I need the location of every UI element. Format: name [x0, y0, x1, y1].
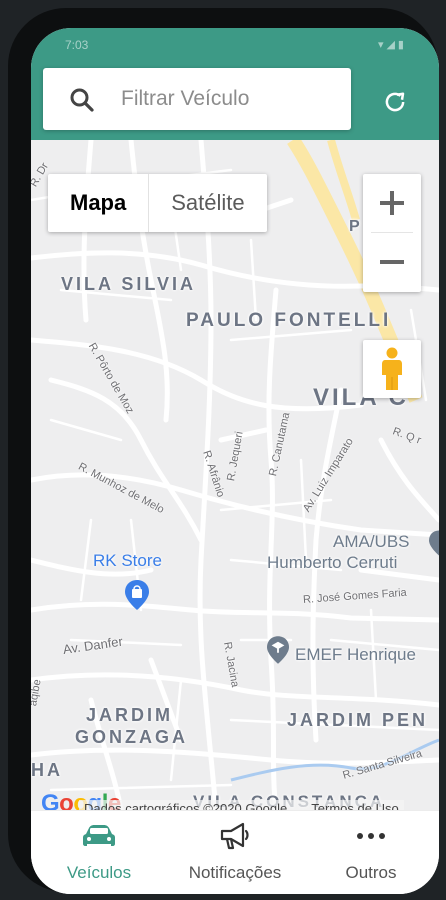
megaphone-icon: [220, 822, 249, 850]
map-view[interactable]: VILA SILVIA PAULO FONTELLI VILA C JARDIM…: [31, 140, 439, 810]
nav-label-veiculos: Veículos: [66, 863, 132, 882]
label-paulo-fontelli: PAULO FONTELLI: [186, 310, 392, 331]
status-icons: ▾◢▮: [377, 39, 407, 51]
poi-rk-store-label[interactable]: RK Store: [93, 551, 162, 571]
nav-item-veiculos[interactable]: Veículos: [31, 821, 167, 885]
label-jardim-pen: JARDIM PEN: [287, 710, 429, 730]
zoom-in-button[interactable]: [363, 174, 421, 232]
zoom-control: [363, 174, 421, 292]
label-ha: HA: [31, 760, 63, 780]
status-bar: 7:03 ▾◢▮: [31, 28, 439, 64]
app-screen: 7:03 ▾◢▮ Filtrar Veículo VILA SILVIA PAU…: [31, 28, 439, 894]
label-gonzaga: GONZAGA: [75, 727, 188, 747]
map-attribution: Dados cartográficos ©2020 Google Termos …: [79, 800, 404, 810]
map-type-satellite-button[interactable]: Satélite: [149, 174, 266, 232]
map-type-control: Mapa Satélite: [48, 174, 267, 232]
poi-emef-label[interactable]: EMEF Henrique: [295, 645, 416, 665]
school-pin-icon[interactable]: [267, 636, 289, 664]
search-box[interactable]: [43, 68, 351, 130]
bottom-navigation: Veículos Notificações Outros: [31, 810, 439, 894]
minus-icon: [380, 260, 404, 264]
pegman-icon: [382, 347, 402, 390]
app-header: 7:03 ▾◢▮: [31, 28, 439, 140]
car-icon: [83, 825, 115, 846]
shopping-bag-pin-icon[interactable]: [125, 580, 149, 610]
poi-humberto-cerruti-label[interactable]: Humberto Cerruti: [267, 553, 397, 573]
search-icon: [70, 88, 94, 112]
hospital-pin-icon[interactable]: [429, 530, 439, 556]
zoom-out-button[interactable]: [363, 233, 421, 291]
nav-item-notificacoes[interactable]: Notificações: [167, 821, 303, 885]
terms-link[interactable]: Termos de Uso: [306, 801, 403, 811]
plus-icon: [380, 191, 404, 215]
refresh-button[interactable]: [373, 80, 417, 124]
device-frame: 7:03 ▾◢▮ Filtrar Veículo VILA SILVIA PAU…: [8, 8, 439, 894]
nav-item-outros[interactable]: Outros: [303, 821, 439, 885]
poi-ama-ubs-label[interactable]: AMA/UBS: [333, 532, 410, 552]
attribution-text: Dados cartográficos ©2020 Google: [84, 800, 288, 811]
google-logo-letter: G: [41, 790, 60, 811]
nav-label-outros: Outros: [345, 863, 397, 882]
street-view-pegman-button[interactable]: [363, 340, 421, 398]
label-vila-silvia: VILA SILVIA: [61, 274, 197, 294]
nav-label-notificacoes: Notificações: [188, 863, 282, 882]
label-jardim: JARDIM: [86, 705, 174, 725]
map-type-mapa-button[interactable]: Mapa: [48, 174, 148, 232]
status-time: 7:03: [65, 38, 89, 52]
google-logo-letter: o: [59, 790, 74, 811]
more-icon: [357, 833, 385, 839]
refresh-icon: [385, 92, 405, 112]
search-input[interactable]: [121, 82, 341, 116]
